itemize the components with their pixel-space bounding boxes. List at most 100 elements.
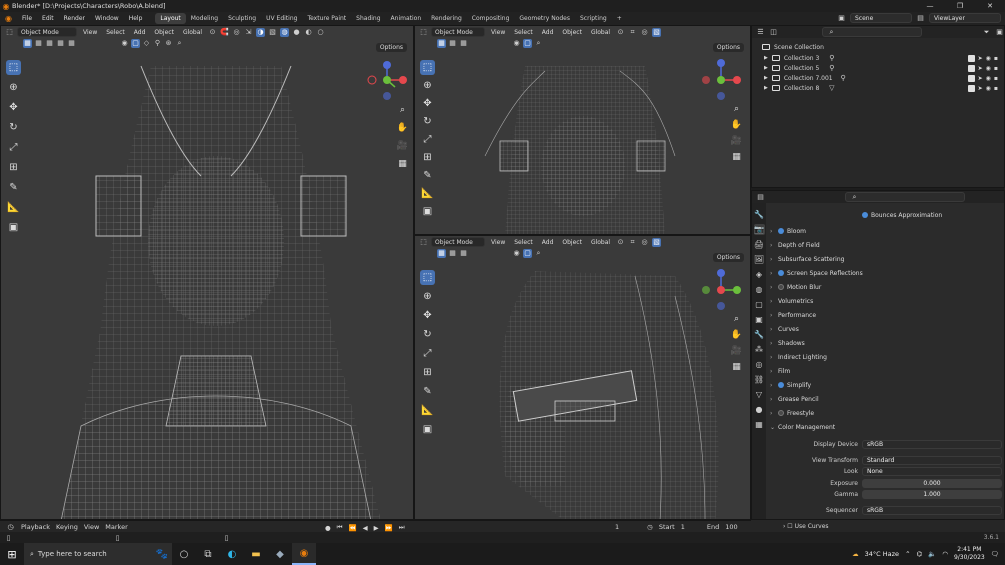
render-tab-icon[interactable]: 📷 (753, 224, 765, 235)
expand-arrow-icon[interactable]: ▶ (764, 55, 768, 61)
taskbar-search-box[interactable]: ⌕ Type here to search 🐾 (24, 543, 172, 565)
view-menu[interactable]: View (488, 237, 508, 247)
editor-type-icon[interactable]: ▤ (756, 193, 765, 202)
panel-performance[interactable]: › Performance (770, 309, 1002, 321)
end-frame-field[interactable]: 100 (725, 523, 737, 531)
measure-tool-icon[interactable]: 📐 (420, 403, 435, 418)
select-menu[interactable]: Select (511, 237, 536, 247)
display-mode-icon[interactable]: ◫ (769, 28, 778, 37)
task-view-icon[interactable]: ⧉ (196, 543, 220, 565)
expand-arrow-icon[interactable]: ▶ (764, 85, 768, 91)
windows-start-icon[interactable]: ⊞ (0, 543, 24, 565)
add-menu[interactable]: Add (539, 237, 557, 247)
measure-tool-icon[interactable]: 📐 (420, 186, 435, 201)
object-tab-icon[interactable]: ▣ (754, 314, 765, 325)
scale-tool-icon[interactable]: ⤢ (6, 140, 21, 155)
workspace-tab-layout[interactable]: Layout (155, 13, 186, 24)
editor-type-icon[interactable]: ⬚ (419, 238, 428, 247)
panel-film[interactable]: › Film (770, 365, 1002, 377)
cursor-tool-icon[interactable]: ⊕ (6, 80, 21, 95)
panel-shadows[interactable]: › Shadows (770, 337, 1002, 349)
transform-tool-icon[interactable]: ⊞ (420, 365, 435, 380)
move-tool-icon[interactable]: ✥ (6, 100, 21, 115)
viewport-shade-icon[interactable]: ▢ (131, 38, 140, 48)
blender-taskbar-icon[interactable]: ◉ (292, 543, 316, 565)
select-extend-icon[interactable]: ▦ (34, 39, 43, 48)
render-camera-icon[interactable]: ▪ (994, 65, 998, 72)
workspace-tab-sculpting[interactable]: Sculpting (223, 13, 261, 24)
select-subtract-icon[interactable]: ▦ (459, 39, 468, 48)
object-menu[interactable]: Object (151, 27, 177, 37)
tool-tab-icon[interactable]: 🔧 (754, 209, 765, 220)
object-menu[interactable]: Object (559, 237, 585, 247)
panel-toggle-checkbox[interactable] (778, 270, 784, 276)
navigation-gizmo[interactable] (701, 58, 745, 102)
select-extend-icon[interactable]: ▦ (448, 39, 457, 48)
select-arrow-icon[interactable]: ➤ (978, 85, 983, 92)
notifications-icon[interactable]: 🗨 (991, 550, 999, 558)
select-arrow-icon[interactable]: ➤ (978, 55, 983, 62)
mode-selector[interactable]: Object Mode (431, 237, 485, 247)
move-tool-icon[interactable]: ✥ (420, 308, 435, 323)
minimize-button[interactable]: — (915, 0, 945, 12)
collection-tab-icon[interactable]: ▢ (754, 299, 765, 310)
panel-depth-of-field[interactable]: › Depth of Field (770, 239, 1002, 251)
viewport-shade-icon[interactable]: ▢ (523, 38, 532, 48)
add-menu[interactable]: Add (539, 27, 557, 37)
pan-hand-icon[interactable]: ✋ (730, 328, 743, 341)
search-icon[interactable]: ⌕ (534, 249, 543, 258)
output-tab-icon[interactable]: 🖨 (754, 239, 765, 250)
camera-icon[interactable]: 🎥 (730, 134, 743, 147)
weather-label[interactable]: 34°C Haze (865, 550, 899, 558)
solid-shading-icon[interactable]: ● (292, 28, 301, 37)
options-dropdown[interactable]: Options (712, 43, 744, 52)
edge-browser-icon[interactable]: ◐ (220, 543, 244, 565)
mode-selector[interactable]: Object Mode (17, 27, 77, 37)
volume-icon[interactable]: 🔈 (928, 550, 936, 558)
editor-type-icon[interactable]: ◷ (6, 522, 15, 531)
navigation-gizmo[interactable] (365, 60, 413, 108)
transform-tool-icon[interactable]: ⊞ (6, 160, 21, 175)
properties-search-input[interactable]: ⌕ (845, 192, 965, 202)
visibility-icon[interactable]: ◉ (120, 39, 129, 48)
editor-type-icon[interactable]: ☰ (756, 28, 765, 37)
annotate-tool-icon[interactable]: ✎ (6, 180, 21, 195)
add-cube-tool-icon[interactable]: ▣ (420, 204, 435, 219)
select-tool-icon[interactable]: ⬚ (420, 270, 435, 285)
select-invert-icon[interactable]: ▦ (56, 39, 65, 48)
workspace-tab-texture-paint[interactable]: Texture Paint (302, 13, 351, 24)
select-tool-icon[interactable]: ⬚ (6, 60, 21, 75)
transform-orientation[interactable]: Global (180, 27, 205, 37)
next-keyframe-icon[interactable]: ⏩ (385, 524, 393, 532)
workspace-tab-shading[interactable]: Shading (351, 13, 385, 24)
workspace-tab-modeling[interactable]: Modeling (186, 13, 223, 24)
panel-curves[interactable]: › Curves (770, 323, 1002, 335)
editor-type-icon[interactable]: ⬚ (5, 28, 14, 37)
mode-selector[interactable]: Object Mode (431, 27, 485, 37)
prev-keyframe-icon[interactable]: ⏪ (349, 524, 357, 532)
eye-icon[interactable]: ◉ (986, 65, 991, 72)
snap-icon[interactable]: ⌗ (628, 28, 637, 37)
panel-subsurface-scattering[interactable]: › Subsurface Scattering (770, 253, 1002, 265)
expand-arrow-icon[interactable]: ▶ (764, 75, 768, 81)
panel-color-management[interactable]: ⌄ Color Management (770, 421, 1002, 433)
rotate-tool-icon[interactable]: ↻ (420, 327, 435, 342)
menu-help[interactable]: Help (124, 12, 148, 25)
select-box-icon[interactable]: ▦ (437, 248, 446, 258)
outliner-collection-row[interactable]: ▶ Collection 3 ⚲ ➤ ◉ ▪ (752, 53, 1004, 63)
use-curves-option[interactable]: › ☐ Use Curves (783, 523, 829, 530)
filter-icon[interactable]: ⏷ (982, 28, 991, 37)
perspective-grid-icon[interactable]: ▦ (730, 150, 743, 163)
workspace-tab-compositing[interactable]: Compositing (467, 13, 515, 24)
search-icon[interactable]: ⌕ (175, 39, 184, 48)
workspace-tab-geometry-nodes[interactable]: Geometry Nodes (514, 13, 575, 24)
record-icon[interactable]: ● (325, 524, 331, 532)
view-transform-dropdown[interactable]: Standard (862, 455, 1002, 465)
physics-tab-icon[interactable]: ◎ (754, 359, 765, 370)
proportional-icon[interactable]: ◎ (232, 28, 241, 37)
panel-freestyle[interactable]: › Freestyle (770, 407, 1002, 419)
start-frame-field[interactable]: 1 (681, 523, 685, 531)
xray-icon[interactable]: ▧ (652, 27, 662, 37)
visibility-icon[interactable]: ◉ (512, 39, 521, 48)
scene-tab-icon[interactable]: ◈ (754, 269, 765, 280)
